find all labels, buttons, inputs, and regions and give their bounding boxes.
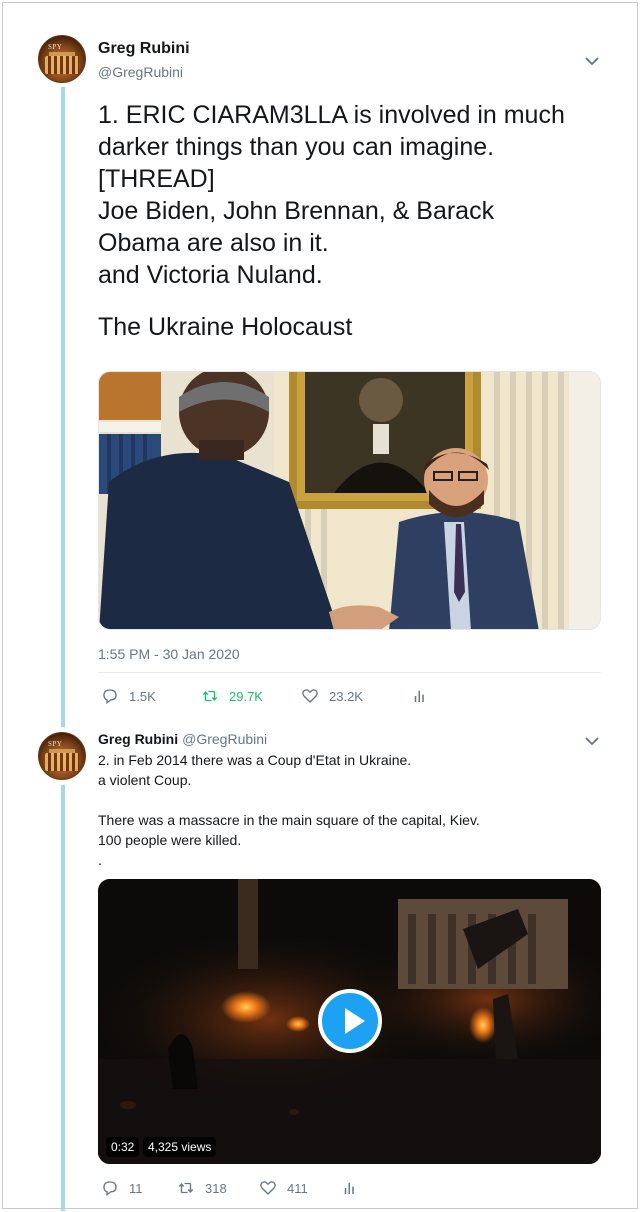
tweet-header: Greg Rubini @GregRubini [98,731,267,747]
tweet-text-line: darker things than you can imagine. [98,133,495,161]
divider [98,672,601,673]
video-views: 4,325 views [143,1137,217,1157]
tweet-text-line: The Ukraine Holocaust [98,313,353,341]
tweet-actions: 1.5K 29.7K 23.2K [101,687,439,705]
tweet-actions: 11 318 411 [101,1179,369,1197]
reply-count: 11 [129,1180,143,1196]
analytics-icon [344,1182,354,1194]
tweet-text-line: Obama are also in it. [98,229,329,257]
reply-button[interactable]: 1.5K [101,687,201,705]
chevron-down-icon[interactable] [584,733,600,749]
heart-icon [302,689,318,703]
tweet-text-line: Joe Biden, John Brennan, & Barack [98,197,495,225]
reply-icon [103,689,117,705]
avatar-label: SPY [48,740,63,748]
tweet-text-line: 2. in Feb 2014 there was a Coup d'Etat i… [98,752,412,768]
analytics-icon [414,690,424,702]
analytics-button[interactable] [341,1179,369,1197]
tweet-text-line: . [98,852,102,868]
analytics-button[interactable] [411,687,439,705]
avatar-label: SPY [48,43,63,51]
author-name[interactable]: Greg Rubini [98,40,190,58]
tweet-text-line: a violent Coup. [98,772,192,788]
avatar[interactable]: SPY [38,732,86,780]
avatar[interactable]: SPY [38,35,86,83]
tweet-text-line: [THREAD] [98,165,215,193]
author-handle[interactable]: @GregRubini [98,64,183,80]
tweet-text-line [98,790,598,810]
tweet-text: 2. in Feb 2014 there was a Coup d'Etat i… [98,750,598,870]
author-name[interactable]: Greg Rubini [98,731,178,747]
like-count: 23.2K [329,688,363,704]
tweet-text-line: There was a massacre in the main square … [98,812,480,828]
chevron-down-icon[interactable] [584,53,600,69]
heart-icon [260,1181,276,1195]
thread-connector-line [61,785,65,1211]
retweet-count: 29.7K [229,688,263,704]
tweet-timestamp[interactable]: 1:55 PM - 30 Jan 2020 [98,646,240,662]
retweet-button[interactable]: 29.7K [201,687,301,705]
avatar-decoration [45,56,79,74]
retweet-count: 318 [205,1180,227,1196]
retweet-button[interactable]: 318 [177,1179,259,1197]
photo-illustration [99,372,600,629]
avatar-decoration [45,753,79,771]
retweet-icon [202,690,218,702]
tweet-video[interactable]: 0:32 4,325 views [98,879,601,1164]
reply-button[interactable]: 11 [101,1179,177,1197]
reply-icon [103,1181,117,1197]
tweet-text-line: and Victoria Nuland. [98,261,323,289]
like-button[interactable]: 23.2K [301,687,411,705]
like-button[interactable]: 411 [259,1179,341,1197]
tweet-text-line: 100 people were killed. [98,832,242,848]
thread-connector-line [61,87,65,727]
reply-count: 1.5K [129,688,156,704]
retweet-icon [178,1182,194,1194]
tweet-text: 1. ERIC CIARAM3LLA is involved in much d… [98,99,618,343]
like-count: 411 [287,1180,308,1196]
tweet-text-line: 1. ERIC CIARAM3LLA is involved in much [98,101,565,129]
tweet-photo[interactable] [98,371,601,630]
play-button[interactable] [318,989,382,1053]
author-handle[interactable]: @GregRubini [182,731,267,747]
video-duration: 0:32 [106,1137,140,1157]
